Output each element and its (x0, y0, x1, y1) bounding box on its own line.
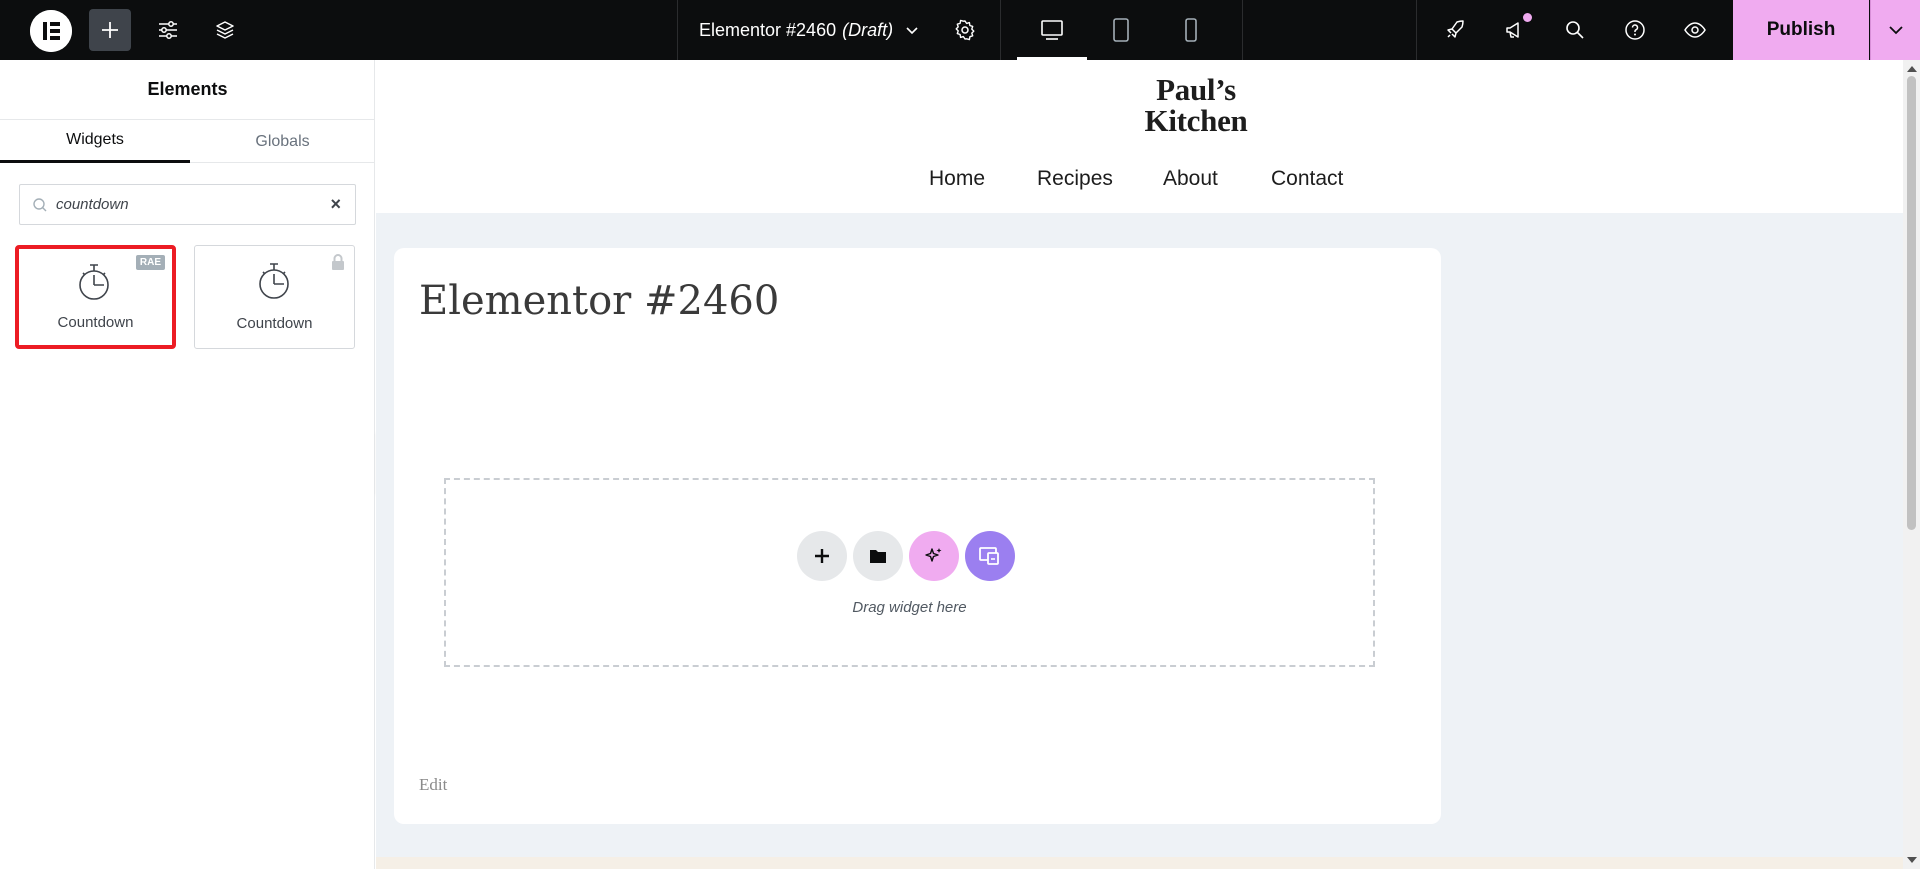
structure-button[interactable] (207, 0, 243, 60)
nav-item-about[interactable]: About (1163, 167, 1218, 191)
document-status: (Draft) (842, 19, 894, 40)
footer-edge (376, 857, 1903, 869)
page-settings-button[interactable] (950, 0, 980, 60)
publish-options-button[interactable] (1870, 0, 1920, 60)
layers-icon (216, 21, 234, 39)
lock-icon (332, 254, 344, 270)
tablet-view-button[interactable] (1100, 0, 1142, 60)
edit-link[interactable]: Edit (419, 775, 447, 795)
add-element-button[interactable] (89, 9, 131, 51)
chevron-down-icon (1888, 26, 1903, 35)
tablet-icon (1113, 18, 1129, 42)
drop-zone-hint: Drag widget here (852, 599, 967, 616)
divider (677, 0, 678, 60)
eye-icon (1684, 22, 1706, 38)
widget-search: × (19, 184, 356, 225)
help-icon (1625, 20, 1645, 40)
add-template-button[interactable] (853, 531, 903, 581)
responsive-templates-button[interactable] (965, 531, 1015, 581)
widget-label: Countdown (236, 315, 313, 332)
nav-item-home[interactable]: Home (929, 167, 985, 191)
ai-generate-button[interactable] (909, 531, 959, 581)
help-button[interactable] (1620, 0, 1650, 60)
add-section-button[interactable] (797, 531, 847, 581)
nav-item-contact[interactable]: Contact (1271, 167, 1343, 191)
layout-icon (979, 547, 999, 565)
divider (1242, 0, 1243, 60)
brand-line-2: Kitchen (1144, 103, 1248, 138)
rocket-icon (1447, 20, 1464, 38)
divider (1000, 0, 1001, 60)
empty-drop-zone[interactable]: Drag widget here (444, 478, 1375, 667)
stopwatch-icon (79, 264, 109, 300)
whats-new-button[interactable] (1500, 0, 1530, 60)
desktop-icon (1041, 20, 1063, 40)
plus-icon (815, 549, 829, 563)
nav-item-recipes[interactable]: Recipes (1037, 167, 1113, 191)
brand-line-1: Paul’s (1156, 72, 1236, 107)
document-title-dropdown[interactable]: Elementor #2460 (Draft) (699, 0, 919, 60)
content-card: Elementor #2460 Drag widget here Edit (394, 248, 1441, 824)
clear-search-icon[interactable]: × (330, 194, 341, 215)
desktop-view-button[interactable] (1017, 0, 1087, 60)
search-icon (33, 198, 47, 212)
folder-icon (870, 550, 886, 563)
sliders-icon (159, 21, 177, 39)
site-logo[interactable]: Paul’s Kitchen (1076, 74, 1316, 136)
divider (1416, 0, 1417, 60)
gear-icon (955, 19, 975, 41)
search-icon (1566, 21, 1584, 39)
scroll-up-icon[interactable] (1907, 66, 1917, 72)
editor-topbar: Elementor #2460 (Draft) Publish (0, 0, 1920, 60)
page-title: Elementor #2460 (419, 278, 780, 324)
site-settings-button[interactable] (150, 0, 186, 60)
mobile-icon (1185, 18, 1197, 42)
chevron-down-icon (906, 27, 918, 35)
widget-countdown-pro[interactable]: Countdown (194, 245, 355, 349)
scroll-down-icon[interactable] (1907, 857, 1917, 863)
ai-sparkle-icon (925, 548, 942, 562)
notification-dot (1523, 13, 1532, 22)
document-title: Elementor #2460 (699, 19, 837, 40)
plus-icon (102, 22, 118, 38)
widget-badge: RAE (135, 255, 165, 270)
canvas-scrollbar[interactable] (1903, 60, 1920, 869)
widget-label: Countdown (57, 314, 134, 331)
widget-search-input[interactable] (56, 185, 316, 224)
tab-widgets[interactable]: Widgets (0, 120, 190, 163)
preview-button[interactable] (1680, 0, 1710, 60)
preview-canvas: Paul’s Kitchen Home Recipes About Contac… (376, 60, 1903, 869)
stopwatch-icon (259, 263, 289, 299)
finder-button[interactable] (1560, 0, 1590, 60)
widget-countdown-rae[interactable]: RAE Countdown (15, 245, 176, 349)
panel-title: Elements (0, 60, 375, 120)
panel-tabs: Widgets Globals (0, 120, 375, 163)
elementor-logo-icon[interactable] (30, 10, 72, 52)
scroll-thumb[interactable] (1907, 76, 1916, 530)
tab-globals[interactable]: Globals (190, 120, 375, 163)
megaphone-icon (1506, 22, 1519, 38)
elements-panel: Elements Widgets Globals × RAE Countdown… (0, 60, 375, 869)
site-header: Paul’s Kitchen Home Recipes About Contac… (376, 60, 1903, 213)
publish-button[interactable]: Publish (1733, 0, 1869, 60)
launchpad-button[interactable] (1440, 0, 1470, 60)
mobile-view-button[interactable] (1170, 0, 1212, 60)
